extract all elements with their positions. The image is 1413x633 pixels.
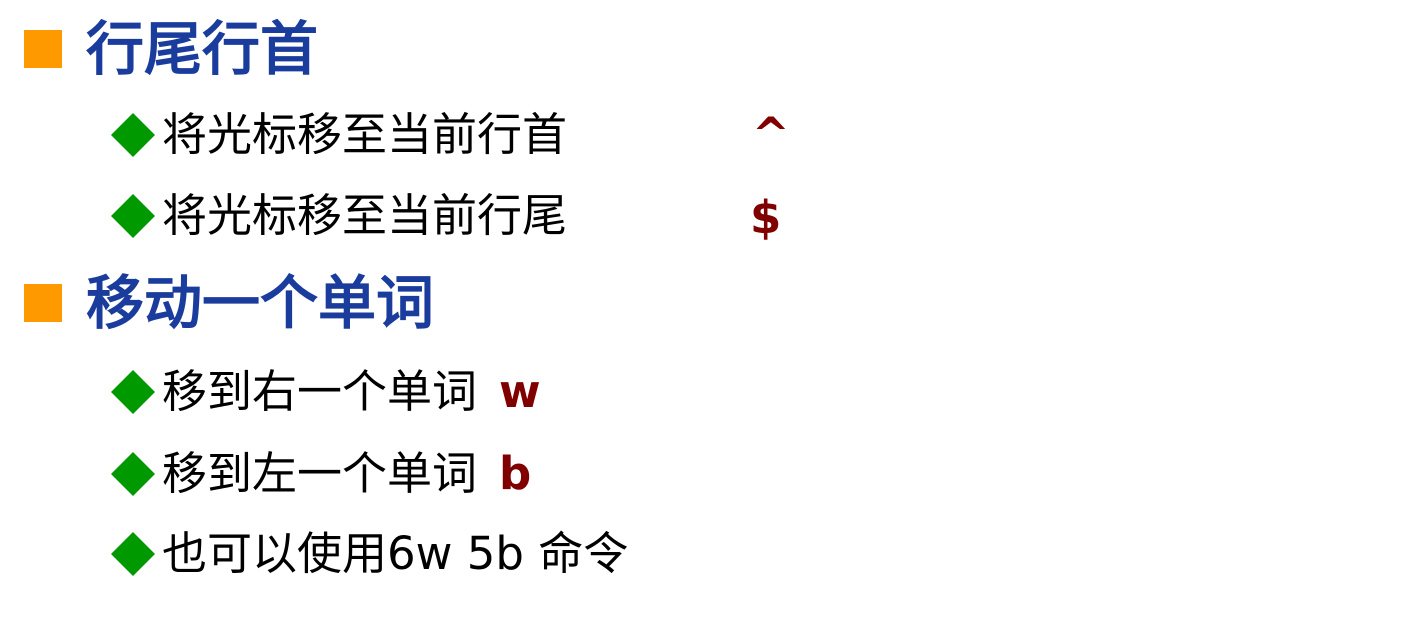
section-heading-move-word: 移动一个单词 [24, 268, 434, 338]
diamond-bullet-icon [108, 191, 158, 241]
command-key: ^ [752, 108, 790, 161]
list-item: 移到左一个单词 b [108, 444, 531, 504]
item-text: 移到左一个单词 [162, 447, 478, 500]
section-heading: 行尾行首 [86, 15, 319, 83]
command-key: b [499, 447, 532, 500]
section-heading: 移动一个单词 [86, 269, 435, 337]
section-heading-line-end-start: 行尾行首 [24, 14, 318, 84]
square-bullet-icon [24, 284, 62, 322]
diamond-bullet-icon [108, 110, 158, 160]
list-item: 将光标移至当前行尾 [108, 186, 567, 246]
list-item: 将光标移至当前行首 [108, 105, 567, 165]
diamond-bullet-icon [108, 529, 158, 579]
slide: 行尾行首 将光标移至当前行首 ^ 将光标移至当前行尾 $ 移动一个单词 移到右一… [0, 0, 1413, 633]
square-bullet-icon [24, 30, 62, 68]
item-text: 移到右一个单词 [162, 365, 478, 418]
item-text: 将光标移至当前行首 [162, 108, 568, 161]
diamond-bullet-icon [108, 449, 158, 499]
list-item: 移到右一个单词 w [108, 362, 541, 422]
item-text: 也可以使用6w 5b 命令 [162, 527, 629, 580]
list-item: 也可以使用6w 5b 命令 [108, 524, 628, 584]
item-text: 将光标移至当前行尾 [162, 189, 568, 242]
command-key: w [499, 365, 541, 418]
command-key: $ [750, 191, 782, 244]
diamond-bullet-icon [108, 367, 158, 417]
